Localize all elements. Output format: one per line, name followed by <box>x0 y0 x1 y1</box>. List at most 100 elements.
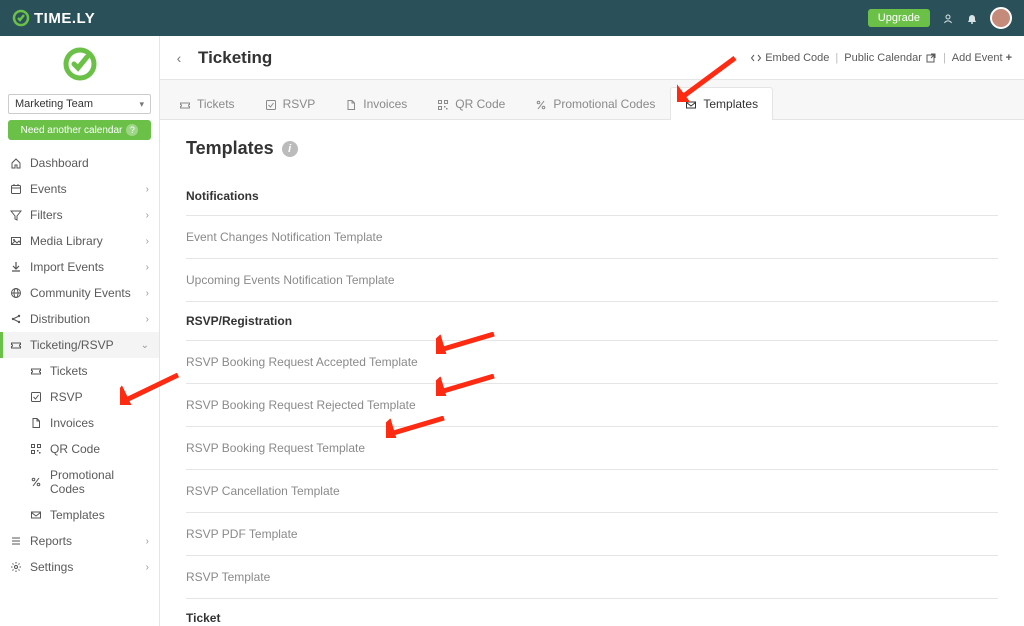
sidebar-subitem-label: RSVP <box>50 390 83 404</box>
avatar[interactable] <box>990 7 1012 29</box>
template-row[interactable]: RSVP Booking Request Accepted Template <box>186 341 998 384</box>
public-calendar-link[interactable]: Public Calendar <box>844 52 937 64</box>
mail-icon <box>685 97 697 111</box>
help-badge-icon: ? <box>126 124 138 136</box>
template-row[interactable]: RSVP PDF Template <box>186 513 998 556</box>
sidebar-item-import-events[interactable]: Import Events› <box>0 254 159 280</box>
sidebar-subitem-label: Templates <box>50 508 105 522</box>
tab-qr-code[interactable]: QR Code <box>422 87 520 120</box>
sidebar-nav: DashboardEvents›Filters›Media Library›Im… <box>0 150 159 580</box>
tab-label: Invoices <box>363 97 407 111</box>
doc-icon <box>30 417 42 429</box>
tab-invoices[interactable]: Invoices <box>330 87 422 120</box>
plus-icon: + <box>1006 52 1012 64</box>
separator: | <box>835 52 838 64</box>
sidebar-item-settings[interactable]: Settings› <box>0 554 159 580</box>
qr-icon <box>437 97 449 111</box>
chevron-icon: › <box>146 184 149 195</box>
bell-icon[interactable] <box>966 10 978 26</box>
sidebar-item-label: Events <box>30 182 67 196</box>
help-icon[interactable] <box>942 10 954 26</box>
sidebar-item-dashboard[interactable]: Dashboard <box>0 150 159 176</box>
sidebar-item-label: Distribution <box>30 312 90 326</box>
group-header: Notifications <box>186 177 998 216</box>
home-icon <box>10 157 22 169</box>
embed-code-link[interactable]: Embed Code <box>750 52 829 64</box>
page-actions: Embed Code | Public Calendar | Add Event… <box>750 52 1012 64</box>
template-row[interactable]: RSVP Template <box>186 556 998 599</box>
code-icon <box>750 52 762 64</box>
chevron-icon: › <box>146 210 149 221</box>
sidebar-item-label: Import Events <box>30 260 104 274</box>
image-icon <box>10 235 22 247</box>
sidebar-subitem-label: Promotional Codes <box>50 468 149 496</box>
topbar-right: Upgrade <box>868 7 1012 29</box>
sidebar-subitem-promotional-codes[interactable]: Promotional Codes <box>0 462 159 502</box>
brand[interactable]: TIME.LY <box>12 9 95 27</box>
content: Templates i NotificationsEvent Changes N… <box>160 120 1024 626</box>
sidebar-item-media-library[interactable]: Media Library› <box>0 228 159 254</box>
sidebar-item-label: Media Library <box>30 234 103 248</box>
chevron-icon: › <box>146 288 149 299</box>
percent-icon <box>535 97 547 111</box>
tab-label: Promotional Codes <box>553 97 655 111</box>
topbar: TIME.LY Upgrade <box>0 0 1024 36</box>
template-row[interactable]: RSVP Cancellation Template <box>186 470 998 513</box>
page-header: ‹ Ticketing Embed Code | Public Calendar… <box>160 36 1024 80</box>
tab-rsvp[interactable]: RSVP <box>250 87 331 120</box>
tab-tickets[interactable]: Tickets <box>164 87 250 120</box>
globe-icon <box>10 287 22 299</box>
tab-templates[interactable]: Templates <box>670 87 773 120</box>
tab-label: QR Code <box>455 97 505 111</box>
section-title: Templates i <box>186 138 998 159</box>
sidebar-item-label: Ticketing/RSVP <box>30 338 114 352</box>
sidebar-item-label: Reports <box>30 534 72 548</box>
ticket-icon <box>30 365 42 377</box>
tab-label: RSVP <box>283 97 316 111</box>
percent-icon <box>30 476 42 488</box>
sidebar-subitem-templates[interactable]: Templates <box>0 502 159 528</box>
team-selector[interactable]: Marketing Team ▾ <box>8 94 151 114</box>
back-button[interactable]: ‹ <box>172 50 186 66</box>
sidebar-item-label: Settings <box>30 560 73 574</box>
sidebar-item-distribution[interactable]: Distribution› <box>0 306 159 332</box>
tab-promotional-codes[interactable]: Promotional Codes <box>520 87 670 120</box>
sidebar-item-community-events[interactable]: Community Events › <box>0 280 159 306</box>
need-calendar-button[interactable]: Need another calendar ? <box>8 120 151 140</box>
chevron-icon: › <box>146 536 149 547</box>
sidebar-subitem-label: Invoices <box>50 416 94 430</box>
add-event-link[interactable]: Add Event + <box>952 52 1012 64</box>
tab-label: Tickets <box>197 97 235 111</box>
sidebar-item-ticketing-rsvp[interactable]: Ticketing/RSVP⌄ <box>0 332 159 358</box>
info-icon[interactable]: i <box>282 141 298 157</box>
tab-label: Templates <box>703 97 758 111</box>
template-row[interactable]: RSVP Booking Request Template <box>186 427 998 470</box>
need-calendar-label: Need another calendar <box>21 125 123 136</box>
template-groups: NotificationsEvent Changes Notification … <box>186 177 998 626</box>
template-row[interactable]: RSVP Booking Request Rejected Template <box>186 384 998 427</box>
sidebar: Marketing Team ▾ Need another calendar ?… <box>0 36 160 626</box>
section-title-text: Templates <box>186 138 274 159</box>
sidebar-item-filters[interactable]: Filters › <box>0 202 159 228</box>
template-row[interactable]: Upcoming Events Notification Template <box>186 259 998 302</box>
filter-icon <box>10 209 22 221</box>
sidebar-subitem-rsvp[interactable]: RSVP <box>0 384 159 410</box>
embed-code-label: Embed Code <box>765 52 829 64</box>
sidebar-item-label: Filters <box>30 208 63 222</box>
sidebar-item-label: Community Events <box>30 286 131 300</box>
sidebar-subitem-tickets[interactable]: Tickets <box>0 358 159 384</box>
tabstrip: Tickets RSVP Invoices QR Code Promotional Co… <box>160 80 1024 120</box>
public-calendar-label: Public Calendar <box>844 52 922 64</box>
sidebar-item-reports[interactable]: Reports › <box>0 528 159 554</box>
separator: | <box>943 52 946 64</box>
ticket-icon <box>179 97 191 111</box>
sidebar-item-events[interactable]: Events › <box>0 176 159 202</box>
list-icon <box>10 535 22 547</box>
sidebar-subitem-invoices[interactable]: Invoices <box>0 410 159 436</box>
upgrade-button[interactable]: Upgrade <box>868 9 930 27</box>
sidebar-subitem-qr-code[interactable]: QR Code <box>0 436 159 462</box>
template-row[interactable]: Event Changes Notification Template <box>186 216 998 259</box>
page-title: Ticketing <box>198 48 272 68</box>
mail-icon <box>30 509 42 521</box>
share-icon <box>10 313 22 325</box>
